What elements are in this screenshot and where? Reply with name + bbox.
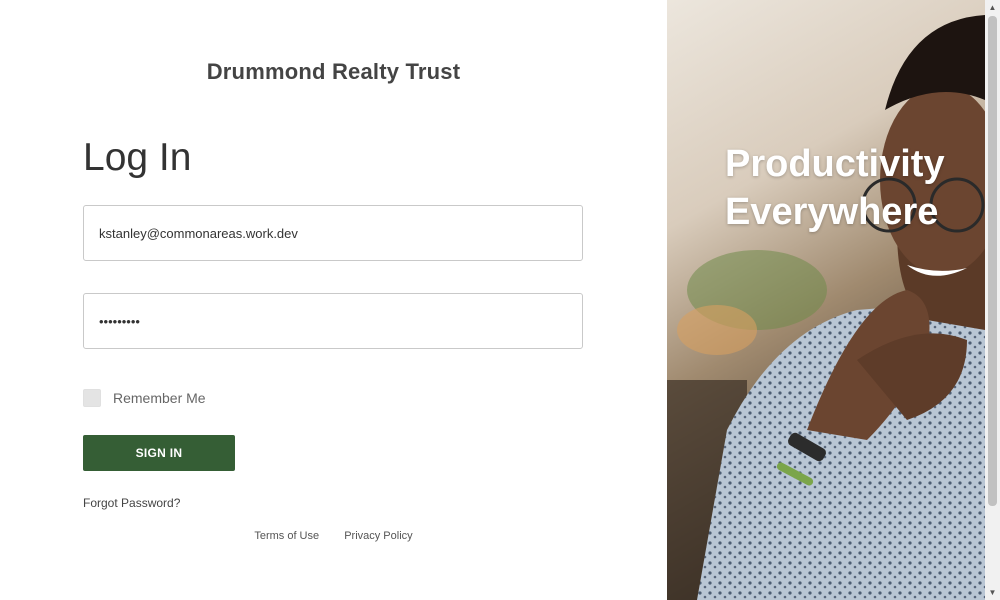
remember-me-checkbox[interactable] [83,389,101,407]
email-field-container [83,205,583,261]
footer-links: Terms of Use Privacy Policy [0,530,667,542]
remember-me-label[interactable]: Remember Me [113,390,206,406]
sign-in-button[interactable]: SIGN IN [83,435,235,471]
scrollbar-thumb[interactable] [988,16,997,506]
scroll-down-arrow-icon[interactable]: ▼ [985,585,1000,600]
email-field[interactable] [84,206,582,260]
forgot-password-link[interactable]: Forgot Password? [83,496,180,510]
hero-tagline-line1: Productivity [725,143,945,185]
page-title: Log In [83,136,192,179]
brand-title: Drummond Realty Trust [206,59,461,84]
terms-of-use-link[interactable]: Terms of Use [254,530,319,542]
hero-tagline: Productivity Everywhere [725,140,945,236]
login-panel: Drummond Realty Trust Log In Remember Me… [0,0,667,600]
hero-image-panel: Productivity Everywhere [667,0,985,600]
hero-tagline-line2: Everywhere [725,191,939,233]
scroll-up-arrow-icon[interactable]: ▲ [985,0,1000,15]
remember-me[interactable]: Remember Me [83,389,206,407]
vertical-scrollbar[interactable]: ▲ ▼ [985,0,1000,600]
password-field-container [83,293,583,349]
privacy-policy-link[interactable]: Privacy Policy [344,530,412,542]
hero-photo [667,0,985,600]
password-field[interactable] [84,294,582,348]
